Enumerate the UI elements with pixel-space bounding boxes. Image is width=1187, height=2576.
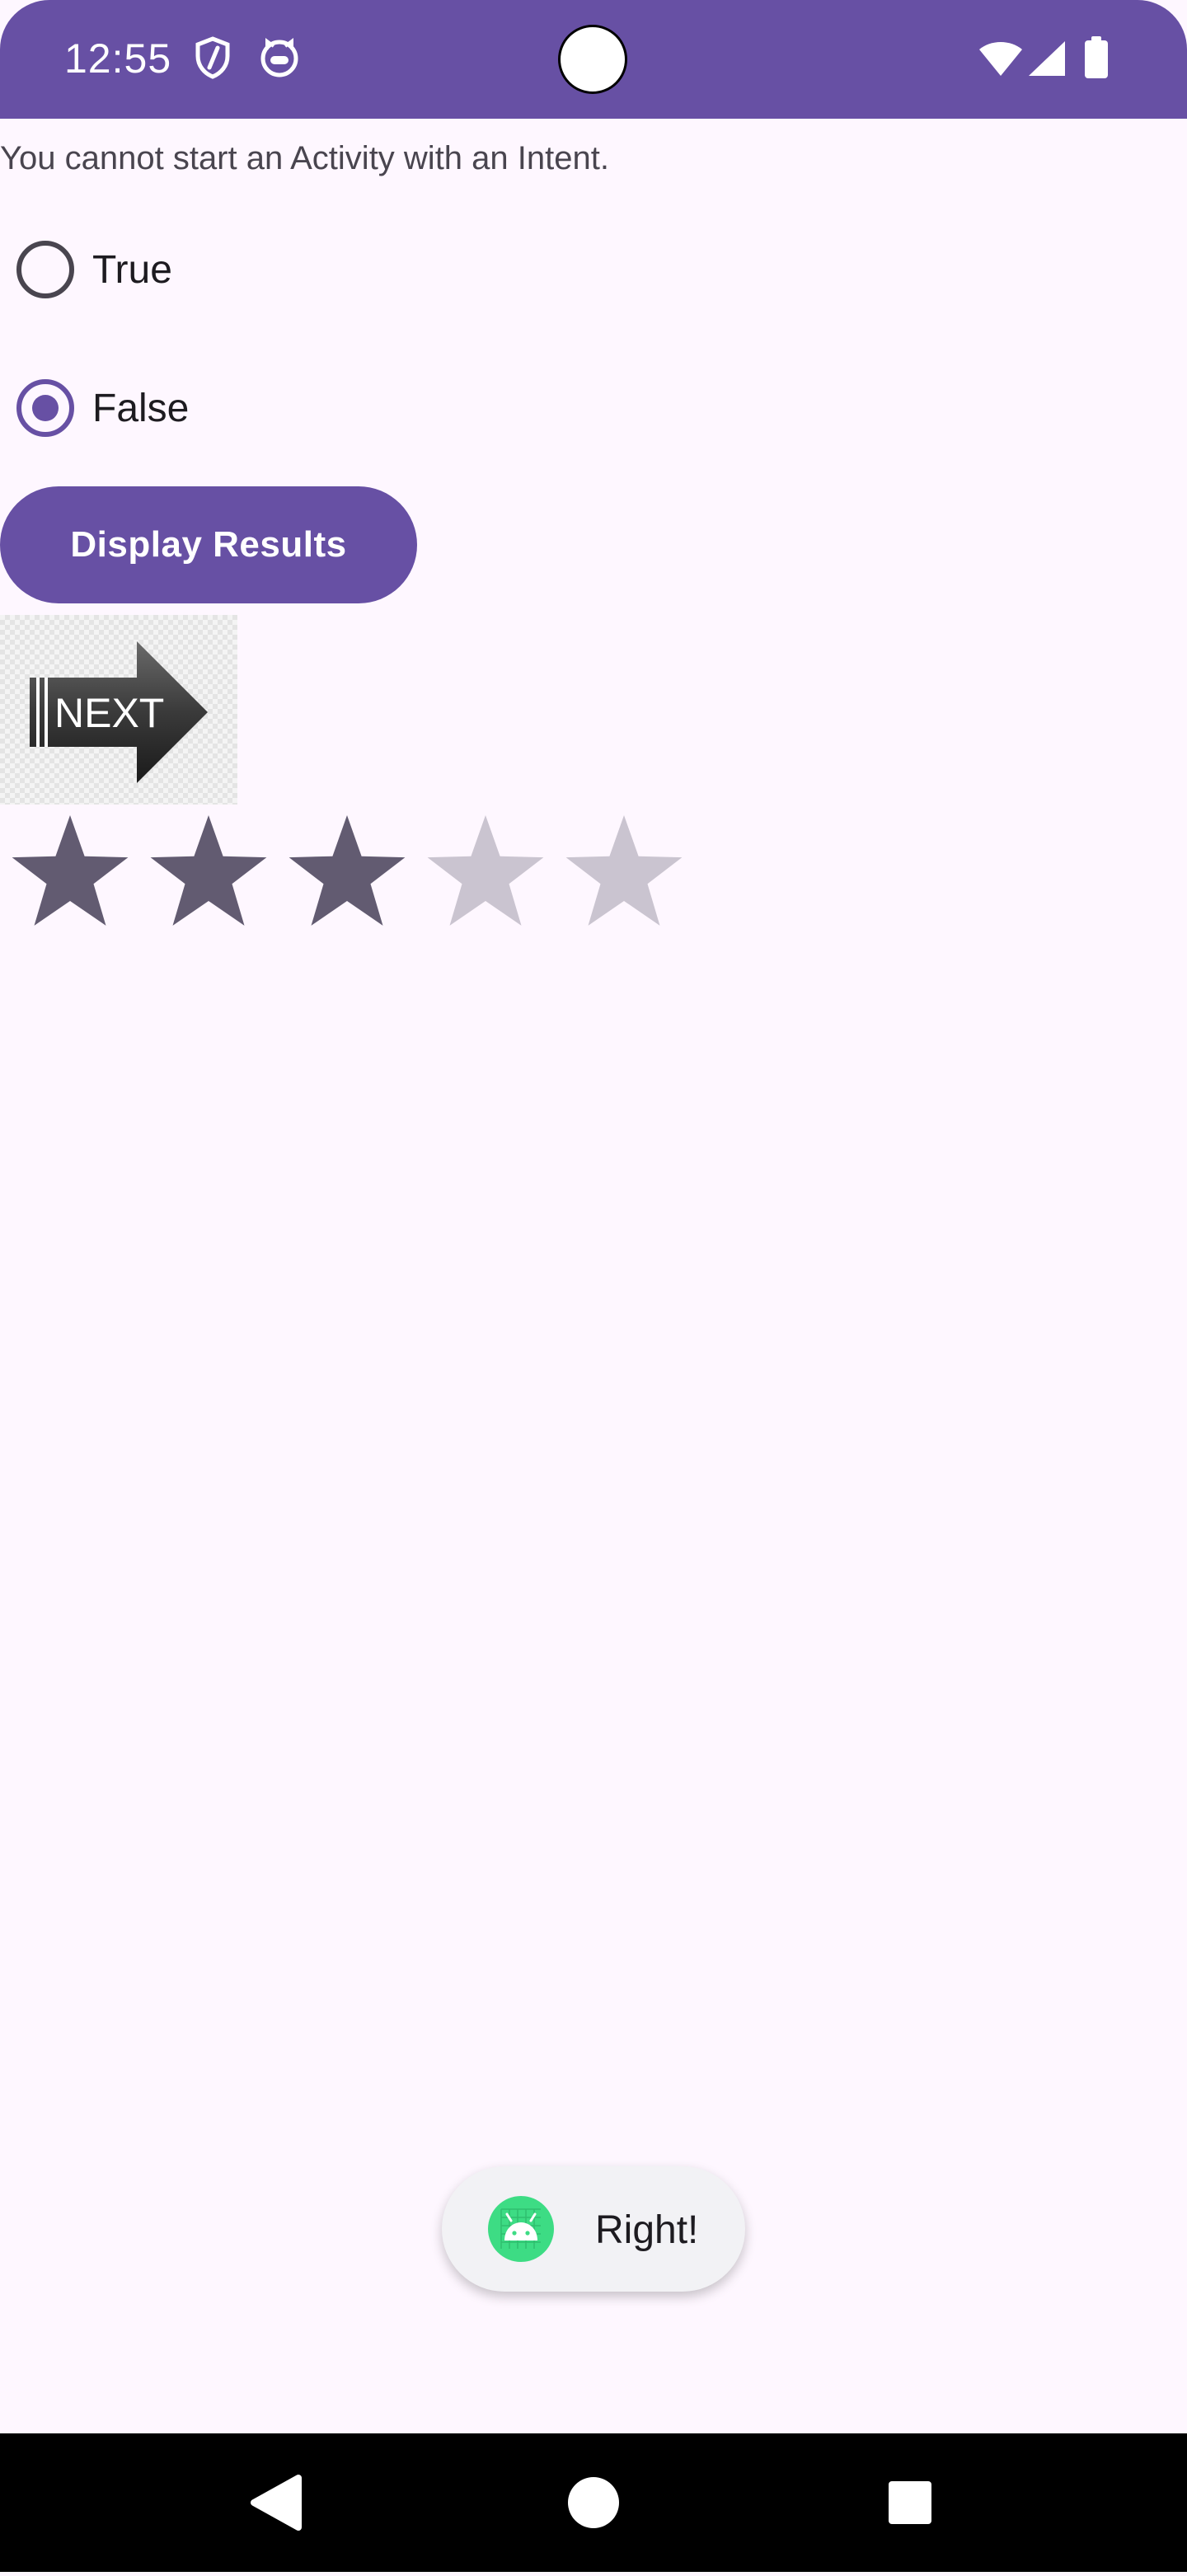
cat-face-icon [259,36,300,82]
next-image-button[interactable]: NEXT [0,615,237,805]
shield-icon [195,36,231,83]
radio-label-true: True [92,248,172,292]
star-filled-icon[interactable] [8,812,132,936]
home-button[interactable] [511,2433,676,2572]
radio-option-false[interactable]: False [0,363,495,453]
battery-icon [1085,36,1108,83]
recents-button[interactable] [828,2433,992,2572]
star-filled-icon[interactable] [285,812,409,936]
next-arrow-icon: NEXT [30,641,208,783]
star-empty-icon[interactable] [562,812,686,936]
status-bar: 12:55 [0,0,1187,119]
question-text: You cannot start an Activity with an Int… [0,140,609,176]
star-filled-icon[interactable] [147,812,270,936]
radio-label-false: False [92,387,190,430]
status-time: 12:55 [64,35,172,82]
wifi-icon [978,40,1024,82]
rating-bar[interactable] [0,812,692,936]
recents-icon [889,2481,931,2524]
navigation-bar [0,2433,1187,2572]
cellular-signal-icon [1027,40,1067,82]
radio-option-true[interactable]: True [0,224,495,315]
back-button[interactable] [195,2433,359,2572]
back-icon [251,2475,302,2531]
display-results-button[interactable]: Display Results [0,486,417,603]
star-empty-icon[interactable] [424,812,547,936]
radio-selected-dot [32,395,59,421]
toast-message: Right! [595,2208,699,2252]
radio-checked-icon[interactable] [16,379,74,437]
home-icon [568,2477,619,2528]
next-label: NEXT [54,690,164,736]
toast: Right! [442,2166,745,2292]
camera-cutout [558,25,627,94]
android-icon [488,2196,554,2262]
radio-unchecked-icon[interactable] [16,241,74,298]
